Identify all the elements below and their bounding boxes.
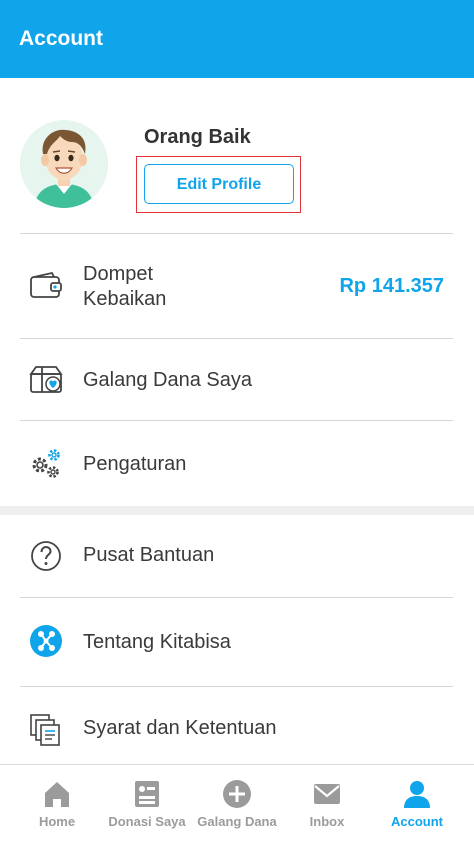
wallet-icon <box>28 268 64 304</box>
wallet-label-line2: Kebaikan <box>83 288 167 310</box>
menu-item-settings[interactable]: Pengaturan <box>0 421 474 506</box>
menu-item-about[interactable]: Tentang Kitabisa <box>0 598 474 686</box>
nav-account[interactable]: Account <box>370 765 464 842</box>
gears-icon <box>28 445 64 481</box>
question-icon <box>28 538 64 574</box>
nav-donations[interactable]: Donasi Saya <box>100 765 194 842</box>
page-title: Account <box>19 27 103 50</box>
menu-item-help[interactable]: Pusat Bantuan <box>0 515 474 597</box>
home-icon <box>42 779 72 809</box>
nav-fundraise[interactable]: Galang Dana <box>190 765 284 842</box>
menu-item-wallet[interactable]: Dompet Kebaikan Rp 141.357 <box>0 234 474 338</box>
edit-profile-button[interactable]: Edit Profile <box>144 164 294 204</box>
campaign-box-icon <box>28 362 64 398</box>
nav-home[interactable]: Home <box>10 765 104 842</box>
about-label: Tentang Kitabisa <box>83 631 231 653</box>
profile-name: Orang Baik <box>144 126 251 148</box>
bottom-navigation: Home Donasi Saya Galang Dana Inbox Accou… <box>0 764 474 842</box>
help-label: Pusat Bantuan <box>83 544 215 566</box>
nav-inbox[interactable]: Inbox <box>280 765 374 842</box>
profile-section: Orang Baik Edit Profile <box>0 78 474 233</box>
menu-item-terms[interactable]: Syarat dan Ketentuan <box>0 687 474 764</box>
campaigns-label: Galang Dana Saya <box>83 369 253 391</box>
wallet-label-line1: Dompet <box>83 263 154 285</box>
donation-list-icon <box>132 779 162 809</box>
plus-circle-icon <box>222 779 252 809</box>
nav-home-label: Home <box>38 814 76 829</box>
terms-label: Syarat dan Ketentuan <box>83 717 277 739</box>
menu-item-campaigns[interactable]: Galang Dana Saya <box>0 339 474 420</box>
nav-inbox-label: Inbox <box>309 814 345 829</box>
nav-donations-label: Donasi Saya <box>108 814 186 829</box>
mail-icon <box>312 779 342 809</box>
nav-fundraise-label: Galang Dana <box>197 814 277 829</box>
section-separator <box>0 506 474 515</box>
wallet-balance: Rp 141.357 <box>339 275 444 297</box>
settings-label: Pengaturan <box>83 453 187 475</box>
documents-icon <box>28 712 64 748</box>
wallet-label: Dompet Kebaikan <box>83 262 166 312</box>
app-bar: Account <box>0 0 474 78</box>
person-avatar-icon <box>20 120 108 208</box>
person-icon <box>402 779 432 809</box>
kitabisa-logo-icon <box>28 623 64 659</box>
nav-account-label: Account <box>391 814 443 829</box>
